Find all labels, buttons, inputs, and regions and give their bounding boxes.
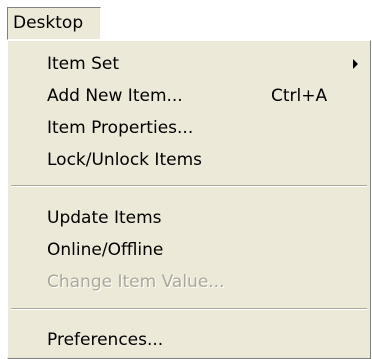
menu-item-label: Change Item Value...	[47, 272, 225, 292]
menu-item-online-offline[interactable]: Online/Offline	[9, 234, 369, 266]
menu-item-item-set[interactable]: Item Set	[9, 48, 369, 80]
menu-item-preferences[interactable]: Preferences...	[9, 324, 369, 356]
desktop-menu-label: Desktop	[13, 13, 84, 33]
menu-item-item-properties[interactable]: Item Properties...	[9, 112, 369, 144]
menu-item-shortcut: Ctrl+A	[271, 86, 328, 106]
menu-item-label: Add New Item...	[47, 86, 183, 106]
menu-item-change-item-value: Change Item Value...	[9, 266, 369, 298]
menu-item-label: Online/Offline	[47, 240, 164, 260]
menu-separator	[11, 308, 367, 310]
submenu-arrow-icon	[353, 59, 358, 69]
desktop-menu-button[interactable]: Desktop	[7, 7, 101, 40]
desktop-dropdown-menu: Item Set Add New Item... Ctrl+A Item Pro…	[7, 40, 371, 359]
menu-item-label: Item Properties...	[47, 118, 194, 138]
menu-item-update-items[interactable]: Update Items	[9, 202, 369, 234]
menu-separator	[11, 185, 367, 187]
menu-item-lock-unlock-items[interactable]: Lock/Unlock Items	[9, 144, 369, 176]
menu-item-label: Lock/Unlock Items	[47, 150, 202, 170]
screen: Desktop Item Set Add New Item... Ctrl+A …	[0, 0, 372, 359]
menu-item-label: Item Set	[47, 54, 120, 74]
menu-item-label: Update Items	[47, 208, 162, 228]
menu-item-label: Preferences...	[47, 330, 164, 350]
menu-item-add-new-item[interactable]: Add New Item... Ctrl+A	[9, 80, 369, 112]
